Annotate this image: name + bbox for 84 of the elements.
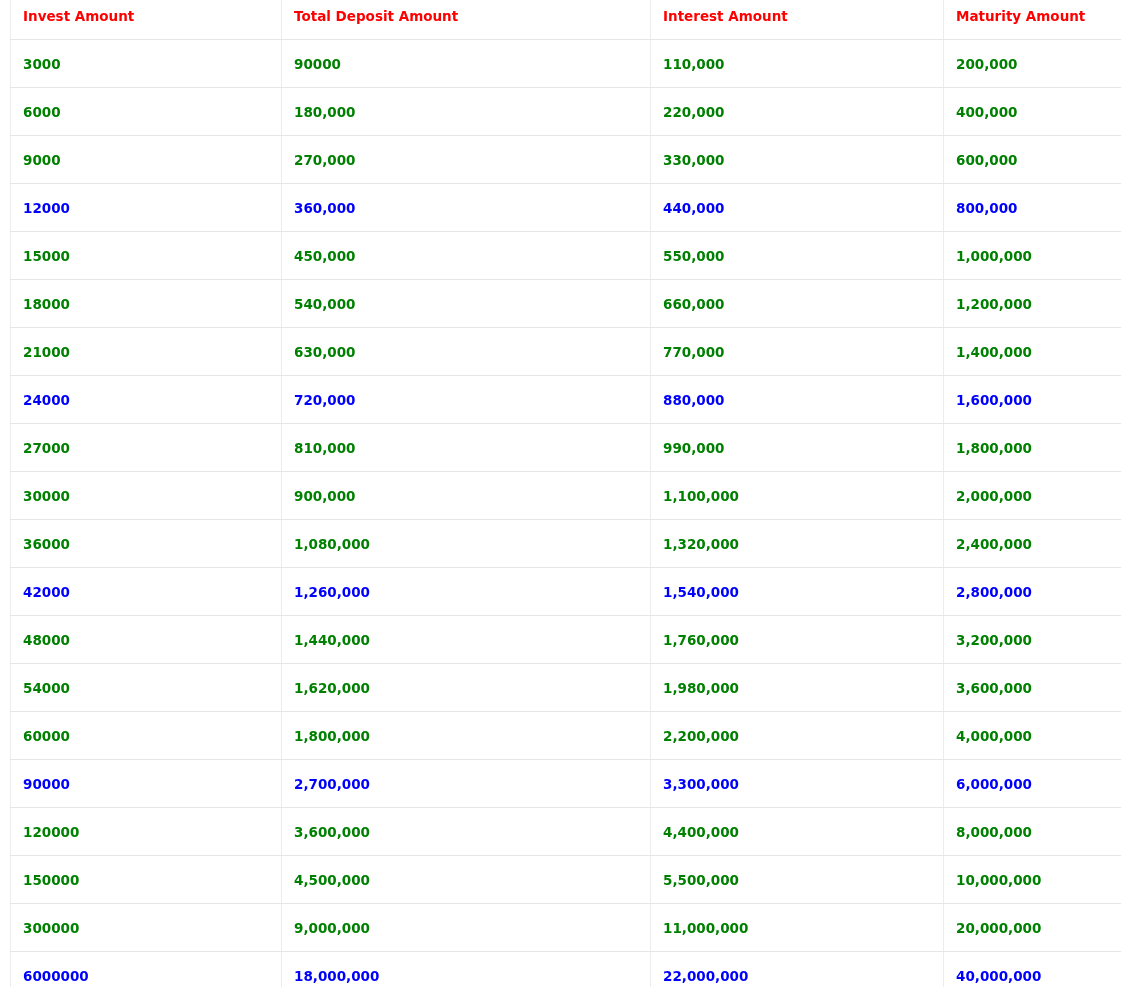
table-cell: 15000 — [10, 231, 282, 280]
table-cell: 720,000 — [281, 375, 651, 424]
table-cell: 90000 — [10, 759, 282, 808]
table-cell: 300000 — [10, 903, 282, 952]
table-cell: 1,600,000 — [943, 375, 1121, 424]
table-cell: 1,540,000 — [650, 567, 944, 616]
table-cell: 21000 — [10, 327, 282, 376]
table-cell: 5,500,000 — [650, 855, 944, 904]
table-cell: 440,000 — [650, 183, 944, 232]
table-cell: 4,400,000 — [650, 807, 944, 856]
table-cell: 800,000 — [943, 183, 1121, 232]
table-cell: 10,000,000 — [943, 855, 1121, 904]
table-cell: 4,000,000 — [943, 711, 1121, 760]
table-cell: 220,000 — [650, 87, 944, 136]
table-cell: 660,000 — [650, 279, 944, 328]
table-cell: 42000 — [10, 567, 282, 616]
table-cell: 40,000,000 — [943, 951, 1121, 987]
table-cell: 22,000,000 — [650, 951, 944, 987]
table-cell: 540,000 — [281, 279, 651, 328]
column-header: Interest Amount — [650, 0, 944, 40]
table-cell: 330,000 — [650, 135, 944, 184]
table-cell: 1,760,000 — [650, 615, 944, 664]
table-cell: 900,000 — [281, 471, 651, 520]
table-cell: 150000 — [10, 855, 282, 904]
table-cell: 3,600,000 — [281, 807, 651, 856]
column-header: Invest Amount — [10, 0, 282, 40]
table-cell: 11,000,000 — [650, 903, 944, 952]
table-cell: 2,200,000 — [650, 711, 944, 760]
table-cell: 30000 — [10, 471, 282, 520]
table-cell: 60000 — [10, 711, 282, 760]
table-cell: 2,700,000 — [281, 759, 651, 808]
table-cell: 630,000 — [281, 327, 651, 376]
table-cell: 270,000 — [281, 135, 651, 184]
table-cell: 120000 — [10, 807, 282, 856]
table-cell: 48000 — [10, 615, 282, 664]
table-cell: 2,000,000 — [943, 471, 1121, 520]
table-cell: 1,800,000 — [281, 711, 651, 760]
table-cell: 6000000 — [10, 951, 282, 987]
table-cell: 54000 — [10, 663, 282, 712]
table-cell: 1,100,000 — [650, 471, 944, 520]
table-cell: 6000 — [10, 87, 282, 136]
table-cell: 1,080,000 — [281, 519, 651, 568]
table-cell: 1,620,000 — [281, 663, 651, 712]
table-cell: 810,000 — [281, 423, 651, 472]
table-cell: 110,000 — [650, 39, 944, 88]
table-cell: 550,000 — [650, 231, 944, 280]
table-cell: 1,400,000 — [943, 327, 1121, 376]
table-cell: 12000 — [10, 183, 282, 232]
table-cell: 90000 — [281, 39, 651, 88]
column-header: Total Deposit Amount — [281, 0, 651, 40]
table-cell: 1,440,000 — [281, 615, 651, 664]
table-cell: 1,200,000 — [943, 279, 1121, 328]
table-cell: 1,000,000 — [943, 231, 1121, 280]
table-cell: 36000 — [10, 519, 282, 568]
table-cell: 8,000,000 — [943, 807, 1121, 856]
table-cell: 9000 — [10, 135, 282, 184]
table-cell: 3,600,000 — [943, 663, 1121, 712]
table-cell: 1,980,000 — [650, 663, 944, 712]
table-cell: 3000 — [10, 39, 282, 88]
column-header: Maturity Amount — [943, 0, 1121, 40]
table-cell: 360,000 — [281, 183, 651, 232]
table-cell: 9,000,000 — [281, 903, 651, 952]
table-cell: 18000 — [10, 279, 282, 328]
table-cell: 770,000 — [650, 327, 944, 376]
table-cell: 180,000 — [281, 87, 651, 136]
table-cell: 450,000 — [281, 231, 651, 280]
table-cell: 27000 — [10, 423, 282, 472]
table-cell: 1,320,000 — [650, 519, 944, 568]
table-cell: 24000 — [10, 375, 282, 424]
table-cell: 200,000 — [943, 39, 1121, 88]
table-cell: 600,000 — [943, 135, 1121, 184]
table-cell: 1,260,000 — [281, 567, 651, 616]
table-cell: 4,500,000 — [281, 855, 651, 904]
table-cell: 6,000,000 — [943, 759, 1121, 808]
table-cell: 2,800,000 — [943, 567, 1121, 616]
table-cell: 400,000 — [943, 87, 1121, 136]
table-cell: 880,000 — [650, 375, 944, 424]
table-cell: 18,000,000 — [281, 951, 651, 987]
table-cell: 2,400,000 — [943, 519, 1121, 568]
table-cell: 1,800,000 — [943, 423, 1121, 472]
table-cell: 20,000,000 — [943, 903, 1121, 952]
table-cell: 3,200,000 — [943, 615, 1121, 664]
table-cell: 3,300,000 — [650, 759, 944, 808]
table-cell: 990,000 — [650, 423, 944, 472]
